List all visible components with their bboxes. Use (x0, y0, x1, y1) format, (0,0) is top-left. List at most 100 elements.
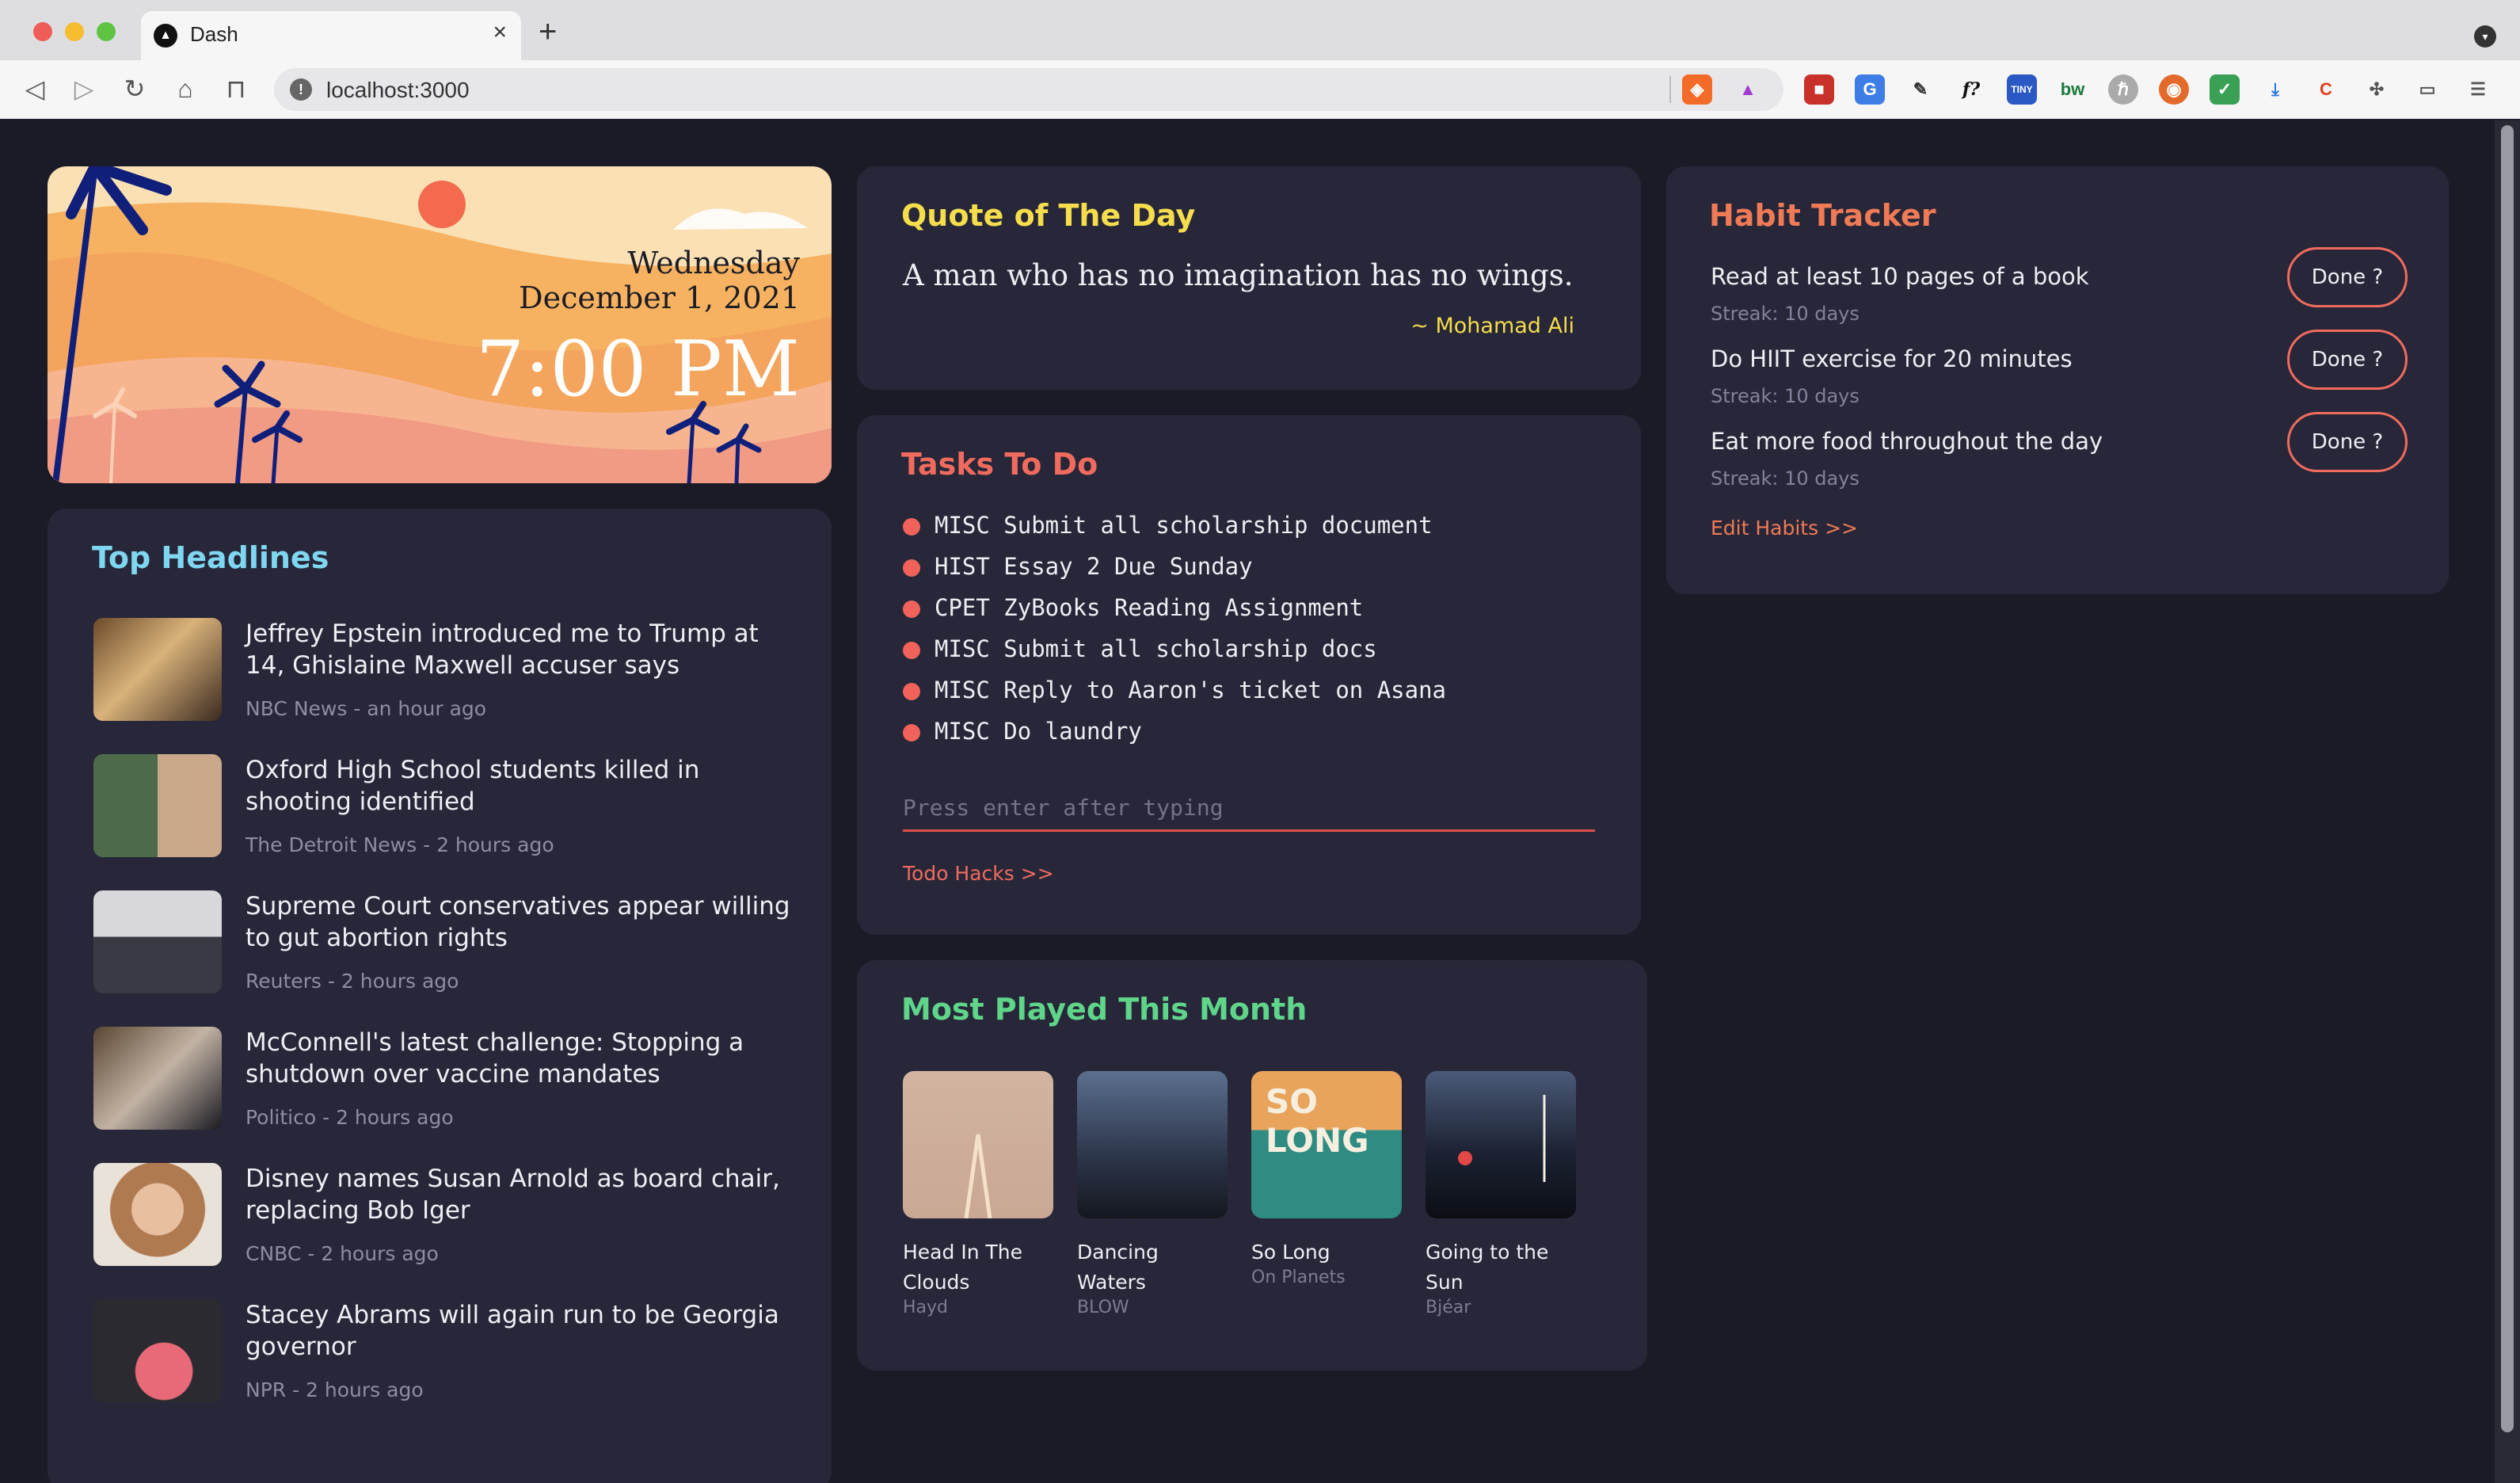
wallet-icon[interactable]: ▭ (2412, 74, 2442, 105)
scrollbar-thumb[interactable] (2501, 125, 2514, 1432)
album-artist: Bjéar (1426, 1298, 1471, 1317)
current-day: Wednesday (627, 246, 800, 280)
headline-meta: Politico - 2 hours ago (246, 1106, 454, 1129)
headline-thumbnail (93, 618, 222, 721)
album-cover[interactable] (903, 1071, 1053, 1218)
reload-icon[interactable]: ↻ (117, 71, 152, 106)
album-title: Going to the Sun (1426, 1241, 1549, 1294)
headlines-title: Top Headlines (92, 540, 329, 575)
album-cover-art (1458, 1095, 1546, 1182)
headline-thumbnail (93, 754, 222, 857)
headline-thumbnail (93, 890, 222, 993)
headline-thumbnail (93, 1027, 222, 1130)
browser-chrome: ▲ Dash × + ▾ ◁ ▷ ↻ ⌂ ⊓ ! localhost:3000 … (0, 0, 2520, 119)
new-task-input[interactable] (903, 786, 1595, 832)
habit-done-button[interactable]: Done ? (2287, 330, 2408, 390)
navigation-bar: ◁ ▷ ↻ ⌂ ⊓ ! localhost:3000 ◈ ▲ ■ G ✎ f? … (0, 60, 2520, 119)
translate-icon[interactable]: G (1855, 74, 1885, 105)
habits-title: Habit Tracker (1709, 198, 1936, 233)
brave-shield-icon[interactable]: ◈ (1682, 74, 1712, 105)
task-text: HIST Essay 2 Due Sunday (935, 553, 1253, 580)
forward-icon[interactable]: ▷ (67, 71, 101, 106)
headline-item[interactable]: McConnell's latest challenge: Stopping a… (93, 1027, 790, 1146)
page-scrollbar[interactable] (2495, 120, 2520, 1483)
headline-item[interactable]: Oxford High School students killed in sh… (93, 754, 790, 873)
album-title: Head In The Clouds (903, 1241, 1022, 1294)
address-bar[interactable]: ! localhost:3000 ◈ ▲ (274, 68, 1783, 111)
task-bullet-icon[interactable] (903, 683, 920, 700)
quote-text: A man who has no imagination has no wing… (903, 258, 1574, 292)
tab-dash[interactable]: ▲ Dash × (141, 11, 521, 60)
headline-title[interactable]: Jeffrey Epstein introduced me to Trump a… (246, 618, 792, 681)
album-cover-art (964, 1134, 992, 1218)
bw-icon[interactable]: bw (2057, 74, 2088, 105)
brave-rewards-icon[interactable]: ▲ (1733, 74, 1763, 105)
habit-name: Read at least 10 pages of a book (1711, 263, 2089, 290)
address-bar-divider (1669, 76, 1671, 103)
home-icon[interactable]: ⌂ (168, 71, 203, 106)
album-artist: On Planets (1251, 1268, 1346, 1287)
download-icon[interactable]: ⤓ (2260, 74, 2290, 105)
headline-item[interactable]: Supreme Court conservatives appear willi… (93, 890, 790, 1009)
headline-title[interactable]: Stacey Abrams will again run to be Georg… (246, 1299, 792, 1363)
bookmark-red-icon[interactable]: ■ (1804, 74, 1834, 105)
puzzle-icon[interactable]: ✣ (2362, 74, 2392, 105)
headline-title[interactable]: McConnell's latest challenge: Stopping a… (246, 1027, 792, 1090)
tasks-card: Tasks To Do MISC Submit all scholarship … (857, 415, 1641, 935)
shield-check-icon[interactable]: ✓ (2210, 74, 2240, 105)
album-cover[interactable]: SO LONG (1251, 1071, 1402, 1218)
headline-meta: The Detroit News - 2 hours ago (246, 833, 554, 856)
back-icon[interactable]: ◁ (17, 71, 52, 106)
headline-title[interactable]: Supreme Court conservatives appear willi… (246, 890, 792, 954)
habit-done-button[interactable]: Done ? (2287, 247, 2408, 307)
url-text[interactable]: localhost:3000 (326, 78, 470, 103)
headline-meta: CNBC - 2 hours ago (246, 1242, 439, 1265)
tab-title: Dash (190, 22, 238, 46)
headline-title[interactable]: Oxford High School students killed in sh… (246, 754, 792, 818)
site-info-icon[interactable]: ! (290, 78, 312, 101)
habits-card: Habit Tracker Read at least 10 pages of … (1666, 166, 2449, 594)
headline-item[interactable]: Jeffrey Epstein introduced me to Trump a… (93, 618, 790, 737)
todo-hacks-link[interactable]: Todo Hacks >> (903, 862, 1054, 885)
album-cover[interactable] (1426, 1071, 1576, 1218)
music-title: Most Played This Month (901, 992, 1308, 1027)
edit-habits-link[interactable]: Edit Habits >> (1711, 517, 1858, 539)
task-text: MISC Submit all scholarship docs (935, 635, 1377, 662)
bookmark-icon[interactable]: ⊓ (219, 71, 253, 106)
headlines-card: Top Headlines Jeffrey Epstein introduced… (48, 509, 832, 1483)
task-bullet-icon[interactable] (903, 642, 920, 659)
cssviewer-icon[interactable]: C (2311, 74, 2341, 105)
maximize-window-button[interactable] (97, 22, 116, 41)
task-bullet-icon[interactable] (903, 724, 920, 742)
tinyurl-icon[interactable]: TINY (2007, 74, 2037, 105)
album-cover-text: SO LONG (1266, 1082, 1369, 1160)
task-bullet-icon[interactable] (903, 559, 920, 577)
headline-thumbnail (93, 1299, 222, 1402)
font-finder-icon[interactable]: f? (1956, 74, 1986, 105)
headline-item[interactable]: Stacey Abrams will again run to be Georg… (93, 1299, 790, 1418)
headline-meta: NPR - 2 hours ago (246, 1378, 424, 1401)
habit-done-button[interactable]: Done ? (2287, 412, 2408, 472)
duckduckgo-icon[interactable]: ◉ (2159, 74, 2189, 105)
habit-streak: Streak: 10 days (1711, 385, 1860, 407)
habit-name: Eat more food throughout the day (1711, 428, 2103, 455)
habit-streak: Streak: 10 days (1711, 303, 1860, 325)
color-picker-icon[interactable]: ✎ (1905, 74, 1936, 105)
album-artist: BLOW (1077, 1298, 1129, 1317)
album-cover[interactable] (1077, 1071, 1228, 1218)
headline-title[interactable]: Disney names Susan Arnold as board chair… (246, 1163, 792, 1226)
tab-search-icon[interactable]: ▾ (2474, 25, 2496, 48)
quote-title: Quote of The Day (901, 198, 1196, 233)
tasks-title: Tasks To Do (901, 447, 1098, 482)
close-tab-icon[interactable]: × (493, 19, 507, 46)
menu-icon[interactable]: ☰ (2463, 74, 2493, 105)
close-window-button[interactable] (33, 22, 52, 41)
headline-item[interactable]: Disney names Susan Arnold as board chair… (93, 1163, 790, 1282)
ext-badge-icon[interactable]: ℏ (2108, 74, 2138, 105)
task-bullet-icon[interactable] (903, 518, 920, 536)
current-time: 7:00 PM (476, 325, 800, 414)
minimize-window-button[interactable] (65, 22, 84, 41)
headline-thumbnail (93, 1163, 222, 1266)
task-bullet-icon[interactable] (903, 600, 920, 618)
new-tab-button[interactable]: + (539, 16, 557, 48)
